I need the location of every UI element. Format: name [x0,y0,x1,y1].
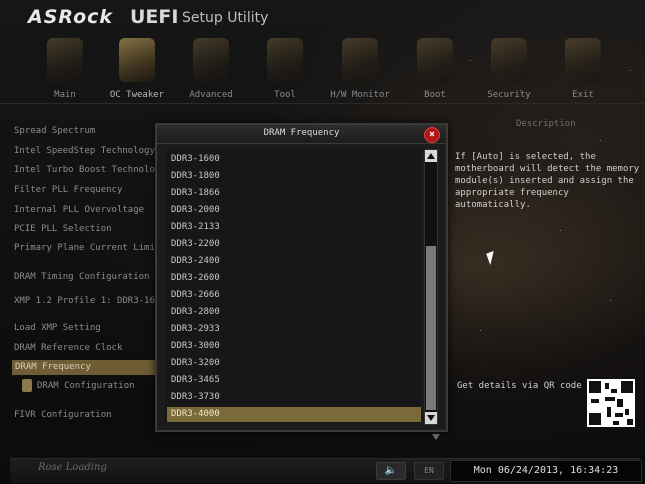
dialog-scrollbar[interactable] [424,149,438,425]
nav-oc-tweaker[interactable]: OC Tweaker [102,32,172,102]
dialog-title: DRAM Frequency [263,128,340,138]
menu-turbo-boost[interactable]: Intel Turbo Boost Technolog [14,165,160,175]
datetime-display: Mon 06/24/2013, 16:34:23 [450,460,642,482]
star-dot [630,70,631,71]
exit-door-icon [565,38,601,82]
nav-label: Advanced [189,90,233,100]
nav-exit[interactable]: Exit [548,32,618,102]
option-ddr3-2400[interactable]: DDR3-2400 [167,254,421,269]
option-ddr3-1800[interactable]: DDR3-1800 [167,169,421,184]
nav-advanced[interactable]: Advanced [176,32,246,102]
folder-icon [22,379,32,392]
nav-label: Boot [424,90,446,100]
option-ddr3-2600[interactable]: DDR3-2600 [167,271,421,286]
menu-primary-plane[interactable]: Primary Plane Current Limit [14,243,160,253]
star-dot [600,140,601,141]
speaker-button[interactable]: 🔈 [376,462,406,480]
dram-frequency-dialog: DRAM Frequency × DDR3-1600 DDR3-1800 DDR… [155,123,448,432]
description-text: If [Auto] is selected, the motherboard w… [455,152,640,210]
option-ddr3-2933[interactable]: DDR3-2933 [167,322,421,337]
option-ddr3-2800[interactable]: DDR3-2800 [167,305,421,320]
shield-icon [491,38,527,82]
rocket-icon [119,38,155,82]
language-button[interactable]: EN [414,462,444,480]
boot-icon [417,38,453,82]
nav-label: OC Tweaker [109,90,165,100]
monitor-icon [342,38,378,82]
menu-load-xmp[interactable]: Load XMP Setting [14,323,101,333]
menu-filter-pll[interactable]: Filter PLL Frequency [14,185,122,195]
nav-tool[interactable]: Tool [250,32,320,102]
main-icon [47,38,83,82]
close-icon: × [428,129,436,140]
qr-label: Get details via QR code [457,381,582,391]
option-ddr3-1866[interactable]: DDR3-1866 [167,186,421,201]
product-name: UEFI [130,6,179,28]
scroll-down-arrow-icon[interactable] [425,412,437,424]
scroll-thumb[interactable] [426,246,436,410]
menu-dram-ref-clock[interactable]: DRAM Reference Clock [14,343,122,353]
option-ddr3-2133[interactable]: DDR3-2133 [167,220,421,235]
nav-label: H/W Monitor [330,90,390,100]
option-ddr3-4000[interactable]: DDR3-4000 [167,407,421,422]
brand-logo: ASRock [28,6,114,28]
star-icon [193,38,229,82]
option-ddr3-2200[interactable]: DDR3-2200 [167,237,421,252]
option-list: DDR3-1600 DDR3-1800 DDR3-1866 DDR3-2000 … [165,149,421,423]
menu-speedstep[interactable]: Intel SpeedStep Technology [14,146,155,156]
close-button[interactable]: × [424,127,440,143]
menu-dram-timing-header: DRAM Timing Configuration [14,272,150,282]
product-subtitle: Setup Utility [182,10,269,26]
nav-security[interactable]: Security [474,32,544,102]
nav-label: Exit [572,90,594,100]
nav-main[interactable]: Main [30,32,100,102]
menu-fivr-configuration[interactable]: FIVR Configuration [14,410,112,420]
option-ddr3-1600[interactable]: DDR3-1600 [167,152,421,167]
menu-internal-pll[interactable]: Internal PLL Overvoltage [14,205,144,215]
scroll-up-arrow-icon[interactable] [425,150,437,162]
dialog-header: DRAM Frequency × [157,125,446,144]
nav-label: Main [54,90,76,100]
option-ddr3-3730[interactable]: DDR3-3730 [167,390,421,405]
top-nav: Main OC Tweaker Advanced Tool H/W Monito… [30,32,630,102]
nav-label: Security [487,90,531,100]
option-ddr3-3000[interactable]: DDR3-3000 [167,339,421,354]
option-ddr3-2666[interactable]: DDR3-2666 [167,288,421,303]
nav-hw-monitor[interactable]: H/W Monitor [325,32,395,102]
star-dot [560,230,561,231]
nav-boot[interactable]: Boot [400,32,470,102]
option-ddr3-3465[interactable]: DDR3-3465 [167,373,421,388]
star-dot [480,330,481,331]
menu-dram-configuration[interactable]: DRAM Configuration [37,381,135,391]
menu-xmp-profile: XMP 1.2 Profile 1: DDR3-160 [14,296,161,306]
qr-code [587,379,635,427]
description-title: Description [516,119,576,129]
menu-spread-spectrum[interactable]: Spread Spectrum [14,126,95,136]
nav-divider [0,103,645,104]
menu-dram-frequency[interactable]: DRAM Frequency [12,360,160,375]
option-ddr3-3200[interactable]: DDR3-3200 [167,356,421,371]
star-dot [610,300,611,301]
scroll-down-arrow-icon[interactable] [432,434,440,440]
speaker-icon: 🔈 [384,465,398,476]
nav-label: Tool [274,90,296,100]
toolbox-icon [267,38,303,82]
option-ddr3-2000[interactable]: DDR3-2000 [167,203,421,218]
menu-pcie-pll[interactable]: PCIE PLL Selection [14,224,112,234]
footer-logo: Rose Loading [38,462,107,473]
